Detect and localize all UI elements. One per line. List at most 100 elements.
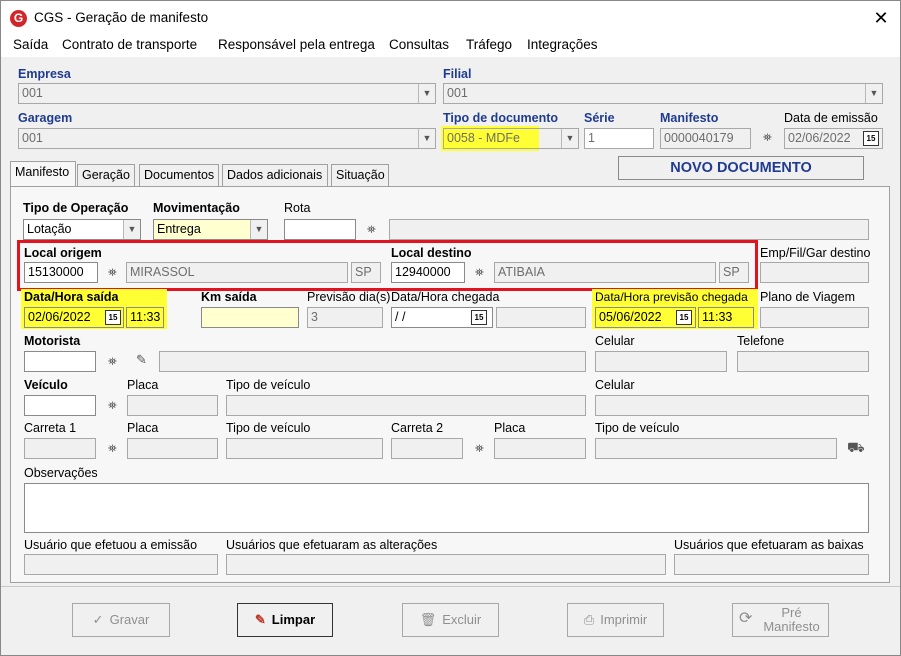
menu-responsavel[interactable]: Responsável pela entrega [218, 37, 375, 52]
movimentacao-combo[interactable]: Entrega ▼ [153, 219, 268, 240]
chevron-down-icon[interactable]: ▼ [418, 129, 435, 148]
gravar-button[interactable]: ✓ Gravar [72, 603, 170, 637]
binoculars-icon[interactable]: ⛯ [475, 268, 488, 279]
tipo-operacao-label: Tipo de Operação [23, 201, 129, 215]
tipo-veiculo3-field [595, 438, 837, 459]
main-window: G CGS - Geração de manifesto ✕ Saída Con… [0, 0, 901, 656]
rota-description [389, 219, 869, 240]
empresa-combo[interactable]: 001 ▼ [18, 83, 436, 104]
calendar-icon[interactable]: 15 [105, 310, 121, 325]
serie-field[interactable]: 1 [584, 128, 654, 149]
tab-situacao[interactable]: Situação [331, 164, 389, 186]
data-chegada-label: Data/Hora chegada [391, 290, 500, 304]
celular-label: Celular [595, 334, 635, 348]
veiculo-field[interactable] [24, 395, 96, 416]
tipo-documento-combo[interactable]: 0058 - MDFe ▼ [443, 128, 579, 149]
binoculars-icon[interactable]: ⛯ [108, 357, 121, 368]
rota-field[interactable] [284, 219, 356, 240]
destino-code-field[interactable]: 12940000 [391, 262, 465, 283]
menu-contrato[interactable]: Contrato de transporte [62, 37, 197, 52]
chevron-down-icon[interactable]: ▼ [123, 220, 140, 239]
previsao-dias-field: 3 [307, 307, 383, 328]
tab-manifesto[interactable]: Manifesto [10, 161, 76, 187]
observacoes-label: Observações [24, 466, 98, 480]
excluir-button[interactable]: 🗑 Excluir [402, 603, 499, 637]
menu-integracoes[interactable]: Integrações [527, 37, 598, 52]
movimentacao-label: Movimentação [153, 201, 240, 215]
tab-geracao[interactable]: Geração [77, 164, 135, 186]
binoculars-icon[interactable]: ⛯ [475, 444, 488, 455]
data-emissao-label: Data de emissão [784, 111, 878, 125]
movimentacao-value: Entrega [157, 222, 201, 236]
usuarios-baixas-label: Usuários que efetuaram as baixas [674, 538, 864, 552]
chevron-down-icon[interactable]: ▼ [865, 84, 882, 103]
origem-city-field: MIRASSOL [126, 262, 348, 283]
data-previsao-label: Data/Hora previsão chegada [595, 290, 748, 304]
empresa-label: Empresa [18, 67, 71, 81]
origem-uf-field: SP [351, 262, 381, 283]
tipo-documento-value: 0058 - MDFe [447, 131, 520, 145]
driver-icon[interactable]: ✎ [136, 353, 149, 366]
celular-field [595, 351, 727, 372]
placa-field [127, 395, 218, 416]
manifesto-label: Manifesto [660, 111, 719, 125]
filial-combo[interactable]: 001 ▼ [443, 83, 883, 104]
tipo-operacao-combo[interactable]: Lotação ▼ [23, 219, 141, 240]
limpar-button[interactable]: ✎ Limpar [237, 603, 333, 637]
menu-bar: Saída Contrato de transporte Responsável… [1, 35, 900, 57]
data-previsao-time-field[interactable]: 11:33 [698, 307, 754, 328]
motorista-field[interactable] [24, 351, 96, 372]
data-saida-time-field[interactable]: 11:33 [126, 307, 164, 328]
motorista-name-field [159, 351, 586, 372]
binoculars-icon[interactable]: ⛯ [367, 225, 380, 236]
eraser-icon: ✎ [254, 612, 266, 627]
calendar-icon[interactable]: 15 [471, 310, 487, 325]
refresh-icon: ⟳ [739, 610, 753, 627]
limpar-label: Limpar [271, 612, 316, 627]
rota-label: Rota [284, 201, 311, 215]
chevron-down-icon[interactable]: ▼ [418, 84, 435, 103]
tab-documentos[interactable]: Documentos [139, 164, 219, 186]
placa2-label: Placa [127, 421, 159, 435]
binoculars-icon[interactable]: ⛯ [763, 133, 776, 144]
destino-uf-field: SP [719, 262, 749, 283]
calendar-icon[interactable]: 15 [676, 310, 692, 325]
trash-icon: 🗑 [419, 612, 437, 627]
app-logo-icon: G [10, 10, 27, 27]
local-destino-label: Local destino [391, 246, 472, 260]
truck-icon[interactable]: ⛟ [847, 440, 865, 454]
binoculars-icon[interactable]: ⛯ [108, 268, 121, 279]
manifesto-field[interactable]: 0000040179 [660, 128, 751, 149]
plano-viagem-field [760, 307, 869, 328]
garagem-value: 001 [22, 131, 43, 145]
menu-saida[interactable]: Saída [13, 37, 48, 52]
data-emissao-value: 02/06/2022 [788, 131, 851, 145]
tipo-veiculo-field [226, 395, 586, 416]
chevron-down-icon[interactable]: ▼ [561, 129, 578, 148]
carreta2-field [391, 438, 463, 459]
garagem-combo[interactable]: 001 ▼ [18, 128, 436, 149]
emp-fil-gar-label: Emp/Fil/Gar destino [760, 246, 871, 260]
usuario-emissao-label: Usuário que efetuou a emissão [24, 538, 198, 552]
printer-icon: ⎙ [583, 612, 595, 627]
close-icon[interactable]: ✕ [867, 6, 895, 30]
pre-manifesto-button[interactable]: ⟳ Pré Manifesto [732, 603, 829, 637]
km-saida-field[interactable] [201, 307, 299, 328]
veiculo-label: Veículo [24, 378, 68, 392]
placa3-label: Placa [494, 421, 526, 435]
calendar-icon[interactable]: 15 [863, 131, 879, 146]
chevron-down-icon[interactable]: ▼ [250, 220, 267, 239]
origem-code-field[interactable]: 15130000 [24, 262, 98, 283]
window-title: CGS - Geração de manifesto [34, 10, 209, 25]
menu-consultas[interactable]: Consultas [389, 37, 449, 52]
binoculars-icon[interactable]: ⛯ [108, 444, 121, 455]
data-saida-label: Data/Hora saída [24, 290, 119, 304]
tab-dados-adicionais[interactable]: Dados adicionais [222, 164, 328, 186]
telefone-field [737, 351, 869, 372]
binoculars-icon[interactable]: ⛯ [108, 401, 121, 412]
observacoes-textarea[interactable] [24, 483, 869, 533]
carreta1-field [24, 438, 96, 459]
tipo-documento-label: Tipo de documento [443, 111, 559, 125]
menu-trafego[interactable]: Tráfego [466, 37, 512, 52]
imprimir-button[interactable]: ⎙ Imprimir [567, 603, 664, 637]
